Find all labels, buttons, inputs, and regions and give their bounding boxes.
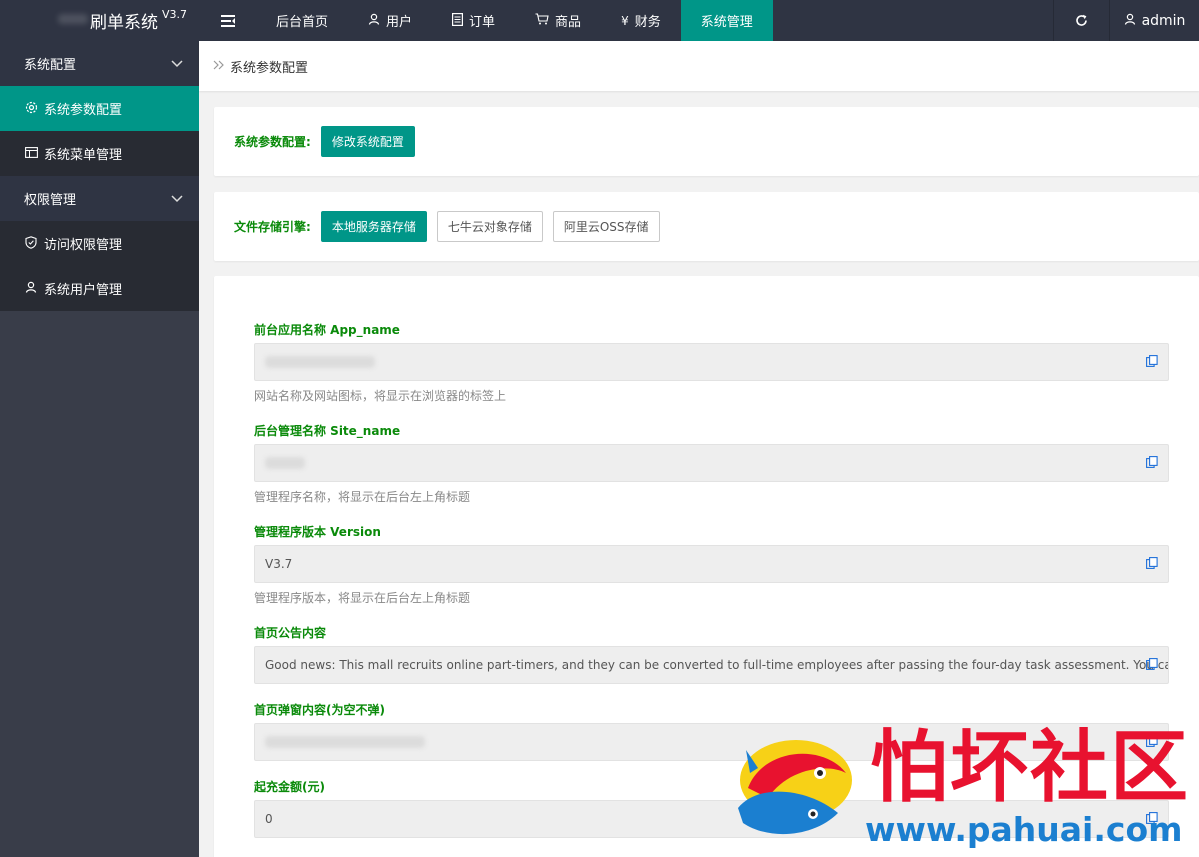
username: admin xyxy=(1141,12,1186,29)
field-help: 管理程序名称，将显示在后台左上角标题 xyxy=(254,490,471,504)
copy-icon[interactable] xyxy=(1146,456,1158,471)
nav-system[interactable]: 系统管理 xyxy=(680,0,773,41)
storage-card: 文件存储引擎: 本地服务器存储 七牛云对象存储 阿里云OSS存储 xyxy=(214,192,1199,261)
field-value: Good news: This mall recruits online par… xyxy=(265,658,1169,672)
sidebar-group-label: 权限管理 xyxy=(24,193,77,208)
breadcrumb: 系统参数配置 xyxy=(199,41,1199,91)
sidebar-group-system-config[interactable]: 系统配置 xyxy=(0,41,199,86)
blurred-value xyxy=(265,736,425,748)
breadcrumb-label: 系统参数配置 xyxy=(230,60,309,76)
field-help: 网站名称及网站图标，将显示在浏览器的标签上 xyxy=(254,389,507,403)
edit-config-button[interactable]: 修改系统配置 xyxy=(320,126,415,157)
storage-label: 文件存储引擎: xyxy=(234,220,311,234)
table-icon xyxy=(24,146,38,161)
brand-logo-blurred xyxy=(58,14,88,24)
field-label: 后台管理名称 Site_name xyxy=(254,424,401,438)
nav-users[interactable]: 用户 xyxy=(348,0,432,41)
sidebar-item-access-permissions[interactable]: 访问权限管理 xyxy=(0,221,199,266)
field-label: 首页公告内容 xyxy=(254,626,327,640)
sidebar-item-label: 系统参数配置 xyxy=(44,103,123,118)
top-nav: 后台首页 用户 订单 商品 ¥ 财务 系统管理 xyxy=(199,0,1053,41)
field-value: V3.7 xyxy=(265,557,293,571)
user-icon xyxy=(1124,13,1136,29)
version-input[interactable]: V3.7 xyxy=(254,545,1169,583)
chevron-down-icon xyxy=(171,56,183,72)
sidebar-item-label: 访问权限管理 xyxy=(44,238,123,253)
user-icon xyxy=(24,281,38,296)
copy-icon[interactable] xyxy=(1146,355,1158,370)
app-name-input[interactable] xyxy=(254,343,1169,381)
nav-finance[interactable]: ¥ 财务 xyxy=(601,0,681,41)
app-version: V3.7 xyxy=(162,8,188,21)
copy-icon[interactable] xyxy=(1146,557,1158,572)
sidebar-item-label: 系统用户管理 xyxy=(44,283,123,298)
user-menu[interactable]: admin xyxy=(1109,0,1199,41)
config-card: 系统参数配置: 修改系统配置 xyxy=(214,107,1199,176)
menu-collapse-icon[interactable] xyxy=(199,0,256,41)
top-right-tools: admin xyxy=(1053,0,1199,41)
brand: 刷单系统 V3.7 xyxy=(0,0,199,41)
watermark-text: 怕坏社区 xyxy=(870,722,1191,813)
sidebar-item-label: 系统菜单管理 xyxy=(44,148,123,163)
storage-aliyun-button[interactable]: 阿里云OSS存储 xyxy=(552,211,660,242)
watermark-url: www.pahuai.com xyxy=(865,810,1183,849)
field-version: 管理程序版本 Version V3.7 管理程序版本，将显示在后台左上角标题 xyxy=(254,523,1169,606)
field-label: 首页弹窗内容(为空不弹) xyxy=(254,703,385,717)
gear-icon xyxy=(24,101,38,117)
nav-products-label: 商品 xyxy=(555,15,582,30)
blurred-value xyxy=(265,457,305,469)
sidebar-group-permissions[interactable]: 权限管理 xyxy=(0,176,199,221)
nav-home-label: 后台首页 xyxy=(276,15,329,30)
chevron-down-icon xyxy=(171,191,183,207)
top-bar: 刷单系统 V3.7 后台首页 用户 订单 商品 ¥ 财务 系统管理 admin xyxy=(0,0,1199,41)
sidebar-item-system-menu[interactable]: 系统菜单管理 xyxy=(0,131,199,176)
field-notice: 首页公告内容 Good news: This mall recruits onl… xyxy=(254,624,1169,684)
notice-input[interactable]: Good news: This mall recruits online par… xyxy=(254,646,1169,684)
storage-local-button[interactable]: 本地服务器存储 xyxy=(320,211,427,242)
config-label: 系统参数配置: xyxy=(234,135,311,149)
field-label: 前台应用名称 App_name xyxy=(254,323,400,337)
blurred-value xyxy=(265,356,375,368)
refresh-icon[interactable] xyxy=(1053,0,1109,41)
field-help: 管理程序版本，将显示在后台左上角标题 xyxy=(254,591,471,605)
shield-icon xyxy=(24,235,38,252)
site-name-input[interactable] xyxy=(254,444,1169,482)
field-app-name: 前台应用名称 App_name 网站名称及网站图标，将显示在浏览器的标签上 xyxy=(254,321,1169,404)
field-label: 管理程序版本 Version xyxy=(254,525,381,539)
nav-home[interactable]: 后台首页 xyxy=(256,0,348,41)
copy-icon[interactable] xyxy=(1146,658,1158,673)
double-chevron-right-icon xyxy=(213,59,224,73)
nav-orders[interactable]: 订单 xyxy=(432,0,515,41)
user-icon xyxy=(368,13,380,28)
nav-products[interactable]: 商品 xyxy=(515,0,601,41)
nav-finance-label: 财务 xyxy=(634,15,661,30)
sidebar: 系统配置 系统参数配置 系统菜单管理 权限管理 访问权限管理 系统用户管理 xyxy=(0,41,199,857)
cart-icon xyxy=(535,13,549,28)
sidebar-item-system-params[interactable]: 系统参数配置 xyxy=(0,86,199,131)
document-icon xyxy=(452,12,464,29)
app-name: 刷单系统 xyxy=(90,13,158,33)
field-value: 0 xyxy=(265,812,273,826)
yen-icon: ¥ xyxy=(621,13,629,28)
nav-system-label: 系统管理 xyxy=(700,15,753,30)
sidebar-item-system-users[interactable]: 系统用户管理 xyxy=(0,266,199,311)
field-site-name: 后台管理名称 Site_name 管理程序名称，将显示在后台左上角标题 xyxy=(254,422,1169,505)
storage-qiniu-button[interactable]: 七牛云对象存储 xyxy=(436,211,543,242)
fish-logo-icon xyxy=(738,740,852,835)
nav-users-label: 用户 xyxy=(386,15,413,30)
nav-orders-label: 订单 xyxy=(469,15,496,30)
sidebar-group-label: 系统配置 xyxy=(24,58,77,73)
watermark: 怕坏社区 www.pahuai.com xyxy=(725,722,1199,857)
